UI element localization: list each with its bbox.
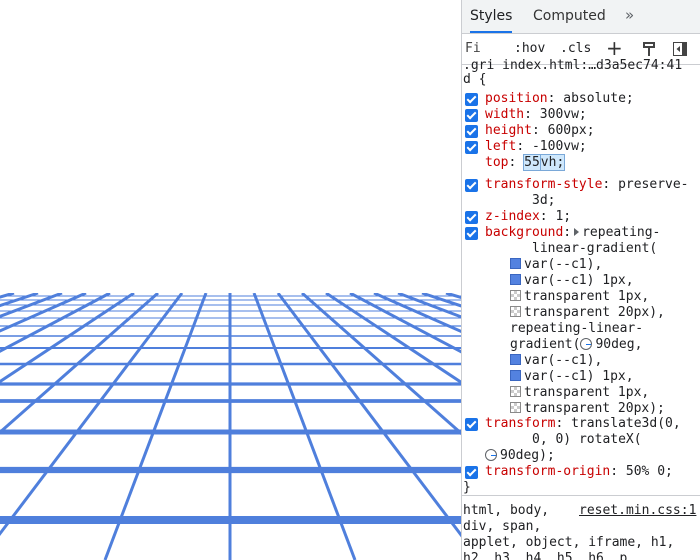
page-viewport xyxy=(0,0,461,560)
declaration-height[interactable]: height: 600px; xyxy=(485,123,595,139)
property-value-unit[interactable]: vh; xyxy=(539,154,566,171)
cls-button[interactable]: .cls xyxy=(560,41,591,56)
rule-selector[interactable]: d { xyxy=(463,72,486,88)
declaration-checkbox[interactable] xyxy=(465,418,478,431)
declaration-checkbox[interactable] xyxy=(465,141,478,154)
angle-clock-icon[interactable] xyxy=(580,338,593,350)
property-value[interactable]: preserve- xyxy=(618,177,688,192)
perspective-grid xyxy=(0,0,461,560)
more-tabs-icon[interactable]: » xyxy=(625,0,634,33)
background-value-line[interactable]: var(--c1) 1px, xyxy=(510,273,634,289)
expand-triangle-icon[interactable] xyxy=(574,228,580,236)
background-value-line[interactable]: gradient(90deg, xyxy=(510,337,642,353)
toggle-sidebar-icon[interactable] xyxy=(673,42,687,56)
devtools-tab-bar: Styles Computed » xyxy=(462,0,700,34)
property-value[interactable]: 300vw; xyxy=(540,107,587,122)
rule-close-brace: } xyxy=(463,480,471,495)
property-value[interactable]: 600px; xyxy=(548,123,595,138)
property-value[interactable]: 1; xyxy=(555,209,571,224)
background-value-line[interactable]: transparent 1px, xyxy=(510,289,649,305)
declaration-checkbox[interactable] xyxy=(465,466,478,479)
color-swatch-icon[interactable] xyxy=(510,258,521,269)
property-value[interactable]: absolute; xyxy=(563,91,633,106)
property-name: transform-origin xyxy=(485,464,611,479)
new-style-rule-icon[interactable]: + xyxy=(606,36,623,60)
transparent-swatch-icon[interactable] xyxy=(510,402,521,413)
background-value-line[interactable]: transparent 1px, xyxy=(510,385,649,401)
property-value[interactable]: translate3d(0, xyxy=(571,416,681,431)
angle-clock-icon[interactable] xyxy=(485,449,497,461)
property-value[interactable]: -100vw; xyxy=(532,139,587,154)
declaration-z-index[interactable]: z-index: 1; xyxy=(485,209,571,225)
next-rule-selector[interactable]: h2, h3, h4, h5, h6, p, xyxy=(463,551,635,560)
color-swatch-icon[interactable] xyxy=(510,370,521,381)
declaration-transform-style[interactable]: transform-style: preserve- xyxy=(485,177,689,193)
declaration-checkbox[interactable] xyxy=(465,211,478,224)
sky-area xyxy=(0,0,461,293)
property-name: z-index xyxy=(485,209,540,224)
property-name: transform xyxy=(485,416,556,431)
stylesheet-link[interactable]: reset.min.css:1 xyxy=(579,503,696,519)
background-value-line[interactable]: transparent 20px), xyxy=(510,305,665,321)
background-value-line[interactable]: var(--c1), xyxy=(510,257,602,273)
background-value-line[interactable]: var(--c1) 1px, xyxy=(510,369,634,385)
background-value-line[interactable]: transparent 20px); xyxy=(510,401,665,417)
background-value-line[interactable]: var(--c1), xyxy=(510,353,602,369)
hov-button[interactable]: :hov xyxy=(514,41,545,56)
filter-input[interactable]: Fi xyxy=(465,41,509,56)
transparent-swatch-icon[interactable] xyxy=(510,306,521,317)
property-name: position xyxy=(485,91,548,106)
paint-format-icon[interactable] xyxy=(642,42,656,56)
background-value-line[interactable]: linear-gradient( xyxy=(532,241,657,257)
next-rule-selector[interactable]: div, span, xyxy=(463,519,541,535)
property-name: left xyxy=(485,139,517,154)
styles-pane: .gri index.html:…d3a5ec74:41 d { positio… xyxy=(462,58,700,560)
next-rule-selector[interactable]: html, body, xyxy=(463,503,549,519)
tab-styles[interactable]: Styles xyxy=(470,0,513,33)
transparent-swatch-icon[interactable] xyxy=(510,386,521,397)
declaration-checkbox[interactable] xyxy=(465,125,478,138)
property-name: width xyxy=(485,107,525,122)
background-value-line[interactable]: repeating-linear- xyxy=(510,321,643,337)
property-name: transform-style xyxy=(485,177,603,192)
color-swatch-icon[interactable] xyxy=(510,354,521,365)
transform-value-line[interactable]: 0, 0) rotateX( xyxy=(532,432,642,448)
declaration-background[interactable]: background: repeating- xyxy=(485,225,660,241)
declaration-checkbox[interactable] xyxy=(465,179,478,192)
property-value-continued[interactable]: 3d; xyxy=(532,193,555,209)
property-name: height xyxy=(485,123,532,138)
tab-computed[interactable]: Computed xyxy=(533,0,606,33)
declaration-top[interactable]: top: 55vh; xyxy=(485,154,566,171)
property-value-editor[interactable]: 55 xyxy=(523,154,541,171)
declaration-checkbox[interactable] xyxy=(465,109,478,122)
transform-value-line[interactable]: 90deg); xyxy=(485,448,555,464)
declaration-left[interactable]: left: -100vw; xyxy=(485,139,587,155)
property-value[interactable]: repeating- xyxy=(582,225,660,240)
declaration-width[interactable]: width: 300vw; xyxy=(485,107,587,123)
declaration-transform[interactable]: transform: translate3d(0, xyxy=(485,416,681,432)
declaration-transform-origin[interactable]: transform-origin: 50% 0; xyxy=(485,464,673,480)
rule-divider xyxy=(462,495,700,496)
declaration-position[interactable]: position: absolute; xyxy=(485,91,634,107)
property-name: top xyxy=(485,155,509,170)
devtools-panel: Styles Computed » Fi :hov .cls + .gri in… xyxy=(461,0,700,560)
color-swatch-icon[interactable] xyxy=(510,274,521,285)
property-name: background xyxy=(485,225,564,240)
declaration-checkbox[interactable] xyxy=(465,227,478,240)
rule-source-header[interactable]: .gri index.html:…d3a5ec74:41 xyxy=(463,58,682,74)
transparent-swatch-icon[interactable] xyxy=(510,290,521,301)
next-rule-selector[interactable]: applet, object, iframe, h1, xyxy=(463,535,674,551)
property-value[interactable]: 50% 0; xyxy=(626,464,673,479)
declaration-checkbox[interactable] xyxy=(465,93,478,106)
